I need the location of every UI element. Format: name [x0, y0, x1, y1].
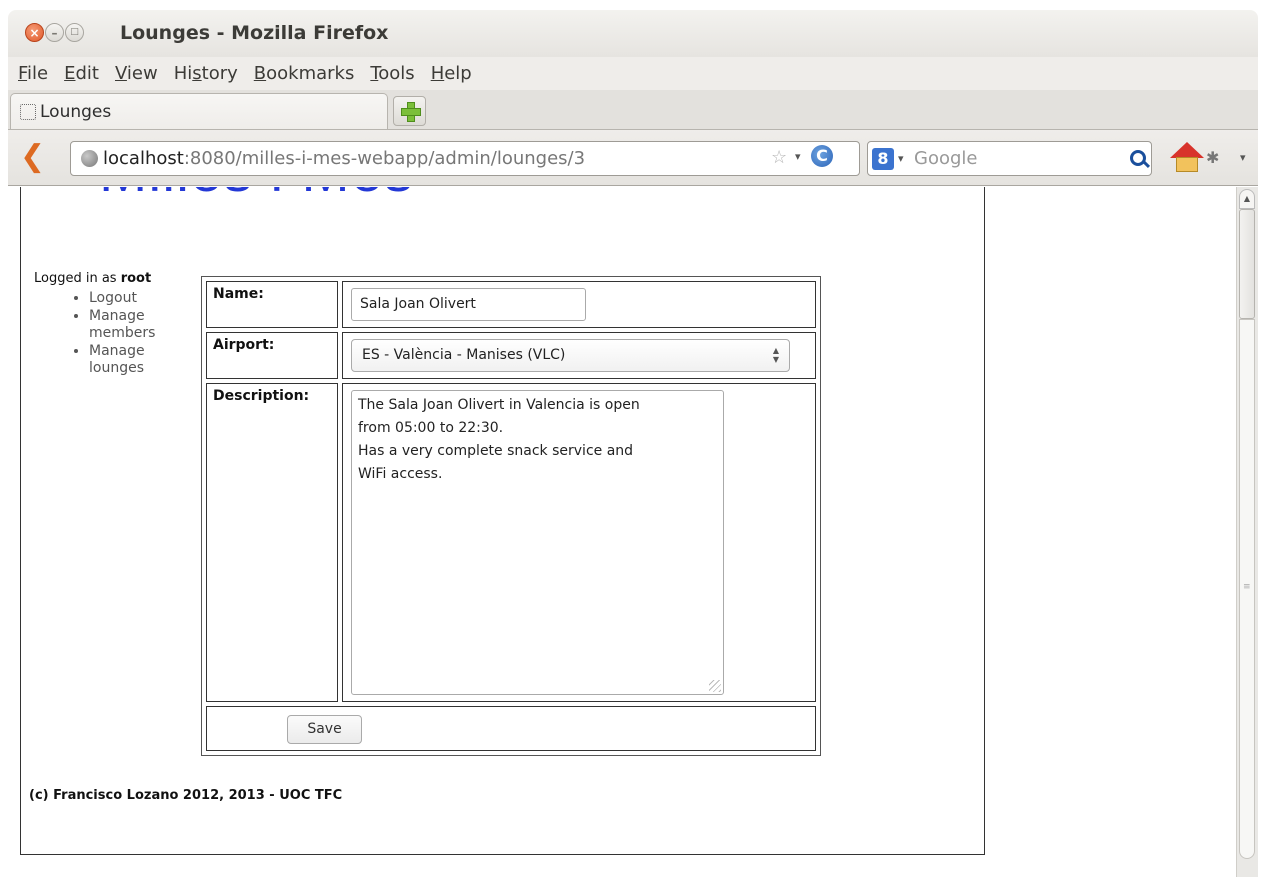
username: root [120, 271, 152, 286]
window-title: Lounges - Mozilla Firefox [120, 22, 389, 44]
airport-select[interactable]: ES - València - Manises (VLC) ▲ ▼ [351, 339, 790, 372]
window-titlebar: × – □ Lounges - Mozilla Firefox [8, 10, 1258, 57]
scroll-thumb[interactable] [1239, 209, 1255, 319]
search-engine-dropdown-icon[interactable]: ▾ [898, 152, 904, 165]
bookmark-star-icon[interactable]: ☆ [771, 147, 787, 168]
manage-members-link[interactable]: Manage members [89, 308, 155, 341]
globe-icon [81, 150, 98, 167]
form-row-description: Description: The Sala Joan Olivert in Va… [204, 381, 818, 704]
menu-view[interactable]: View [115, 63, 158, 84]
resize-grip-icon[interactable] [709, 680, 721, 692]
home-roof [1170, 142, 1204, 158]
url-bar[interactable]: localhost:8080/milles-i-mes-webapp/admin… [70, 141, 860, 176]
nav-item-logout: Logout [89, 290, 191, 307]
form-row-save: Save [204, 704, 818, 753]
menu-help[interactable]: Help [431, 63, 472, 84]
search-bar[interactable]: 8 ▾ Google [867, 141, 1152, 176]
url-history-dropdown-icon[interactable]: ▾ [795, 150, 801, 163]
name-field[interactable]: Sala Joan Olivert [351, 288, 586, 321]
addon-dropdown-icon[interactable]: ▾ [1240, 151, 1246, 164]
menu-bar: File Edit View History Bookmarks Tools H… [8, 57, 1258, 90]
logged-in-status: Logged in as root [34, 271, 151, 286]
home-icon[interactable] [1170, 142, 1204, 174]
reload-icon[interactable]: C [811, 145, 833, 167]
description-text: The Sala Joan Olivert in Valencia is ope… [358, 397, 640, 482]
menu-history[interactable]: History [174, 63, 238, 84]
lounge-form: Name: Sala Joan Olivert Airport: ES - Va… [201, 276, 821, 756]
tab-label: Lounges [40, 101, 112, 122]
form-row-name: Name: Sala Joan Olivert [204, 279, 818, 330]
menu-file[interactable]: File [18, 63, 48, 84]
tab-bar: Lounges [8, 90, 1258, 129]
vertical-scrollbar[interactable]: ▲ ≡ [1236, 187, 1258, 877]
name-label: Name: [206, 281, 338, 328]
back-button[interactable]: ❮ [20, 142, 45, 172]
minimize-window-button[interactable]: – [45, 23, 64, 42]
search-icon[interactable] [1130, 150, 1146, 166]
new-tab-button[interactable] [393, 96, 426, 126]
plus-icon [400, 101, 421, 122]
footer-copyright: (c) Francisco Lozano 2012, 2013 - UOC TF… [29, 788, 343, 803]
navigation-toolbar: ❮ localhost:8080/milles-i-mes-webapp/adm… [8, 129, 1258, 186]
page-icon [20, 103, 36, 120]
name-value-cell: Sala Joan Olivert [342, 281, 816, 328]
manage-lounges-link[interactable]: Manage lounges [89, 343, 145, 376]
menu-tools[interactable]: Tools [370, 63, 414, 84]
maximize-window-button[interactable]: □ [65, 23, 84, 42]
logged-in-prefix: Logged in as [34, 271, 121, 286]
url-path: :8080/milles-i-mes-webapp/admin/lounges/… [183, 148, 586, 169]
page-viewport: Milles i Mes Logged in as root Logout Ma… [8, 187, 1236, 877]
select-arrows-icon: ▲ ▼ [772, 346, 779, 364]
scroll-up-arrow-icon[interactable]: ▲ [1239, 189, 1255, 209]
description-label: Description: [206, 383, 338, 702]
url-host: localhost [103, 148, 184, 169]
save-cell: Save [206, 706, 816, 751]
admin-nav: Logout Manage members Manage lounges [71, 290, 191, 378]
home-walls [1176, 157, 1198, 172]
google-engine-icon[interactable]: 8 [872, 148, 894, 170]
addon-icon[interactable]: ✱ [1206, 148, 1219, 167]
search-input[interactable]: Google [914, 148, 977, 169]
form-row-airport: Airport: ES - València - Manises (VLC) ▲… [204, 330, 818, 381]
scroll-grip-icon: ≡ [1243, 582, 1251, 592]
site-logo: Milles i Mes [99, 187, 414, 205]
airport-value-cell: ES - València - Manises (VLC) ▲ ▼ [342, 332, 816, 379]
airport-selected-value: ES - València - Manises (VLC) [362, 347, 566, 363]
nav-item-lounges: Manage lounges [89, 343, 191, 377]
save-button[interactable]: Save [287, 715, 362, 744]
menu-edit[interactable]: Edit [64, 63, 99, 84]
logout-link[interactable]: Logout [89, 290, 137, 306]
menu-bookmarks[interactable]: Bookmarks [254, 63, 355, 84]
airport-label: Airport: [206, 332, 338, 379]
close-window-button[interactable]: × [25, 23, 44, 42]
description-textarea[interactable]: The Sala Joan Olivert in Valencia is ope… [351, 390, 724, 695]
nav-item-members: Manage members [89, 308, 191, 342]
tab-lounges[interactable]: Lounges [10, 93, 388, 129]
page-container: Milles i Mes Logged in as root Logout Ma… [20, 187, 985, 855]
description-value-cell: The Sala Joan Olivert in Valencia is ope… [342, 383, 816, 702]
